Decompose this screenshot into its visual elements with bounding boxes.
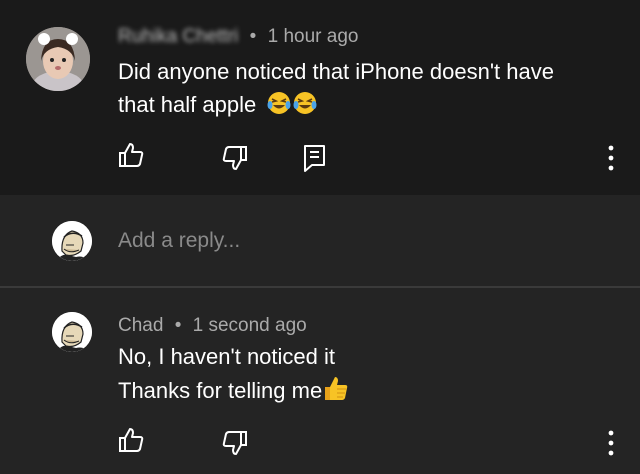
reply-comment-line-1: No, I haven't noticed it [118,344,335,369]
reply-comment-line-2: Thanks for telling me [118,378,323,403]
reply-comment-author[interactable]: Chad [118,315,163,336]
thumbs-up-emoji-icon [322,374,350,412]
top-comment-line-2: that half apple [118,92,257,117]
meta-separator: • [249,26,257,47]
commenter-avatar-image [26,27,90,91]
thumbs-up-icon [119,428,144,452]
top-comment-text: Did anyone noticed that iPhone doesn't h… [118,55,554,125]
chad-avatar-image [52,221,92,261]
dislike-button[interactable] [220,143,250,173]
current-user-avatar [52,221,92,261]
reply-button[interactable] [300,143,330,173]
meta-separator: • [174,315,182,336]
more-vertical-icon [608,145,614,171]
reply-comment-more-button[interactable] [596,428,626,458]
top-comment-meta: Ruhika Chettri • 1 hour ago [118,26,358,48]
top-comment-author[interactable]: Ruhika Chettri [118,26,238,48]
top-comment-time: 1 hour ago [267,26,359,47]
reply-comment: Chad • 1 second ago No, I haven't notice… [0,288,640,474]
commenter-avatar[interactable] [26,27,90,91]
reply-comment-time: 1 second ago [192,315,307,336]
reply-comment-text: No, I haven't noticed it Thanks for tell… [118,340,350,412]
thumbs-up-icon [119,143,144,167]
top-comment-line-1: Did anyone noticed that iPhone doesn't h… [118,59,554,84]
thumbs-down-icon [222,431,247,455]
add-reply-input[interactable]: Add a reply... [118,229,240,253]
reply-comment-line-2-wrap: Thanks for telling me [118,374,350,412]
dislike-button[interactable] [220,428,250,458]
top-comment-line-2-wrap: that half apple [118,88,554,125]
like-button[interactable] [116,140,146,170]
thumbs-down-icon [222,146,247,170]
reply-comment-meta: Chad • 1 second ago [118,315,307,337]
more-vertical-icon [608,430,614,456]
reply-author-avatar[interactable] [52,312,92,352]
top-comment-more-button[interactable] [596,143,626,173]
comment-reply-icon [304,145,325,172]
top-comment: Ruhika Chettri • 1 hour ago Did anyone n… [0,0,640,195]
add-reply-bar[interactable]: Add a reply... [0,195,640,286]
laughing-crying-face-icon [266,90,318,125]
like-button[interactable] [116,425,146,455]
chad-avatar-image [52,312,92,352]
